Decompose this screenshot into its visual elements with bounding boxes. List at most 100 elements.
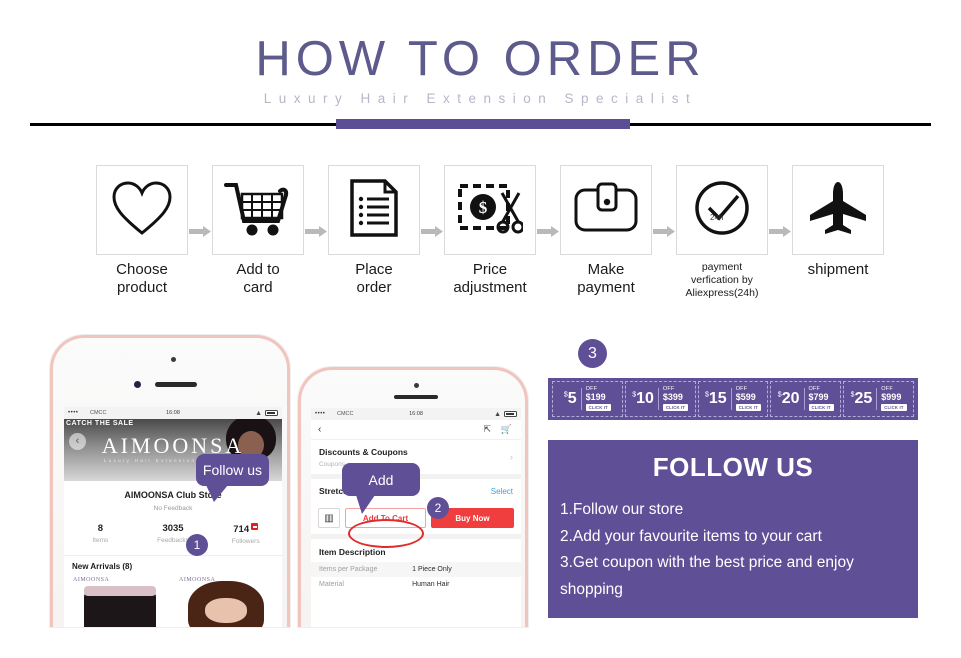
product-image-wig-model bbox=[188, 581, 264, 627]
store-feedback-label: No Feedback bbox=[153, 505, 193, 512]
coupon-divider bbox=[803, 388, 805, 410]
step-label-line1: Choose bbox=[116, 261, 168, 278]
coupon-item[interactable]: $10 OFF $399 CLICK IT bbox=[624, 381, 696, 417]
phone-speaker bbox=[155, 382, 197, 387]
spec-value: Human Hair bbox=[412, 581, 450, 588]
header-divider-accent bbox=[336, 119, 630, 129]
select-link[interactable]: Select bbox=[491, 487, 513, 496]
clock-label: 16:08 bbox=[166, 410, 180, 416]
step-number-badge-3: 3 bbox=[578, 339, 607, 368]
coupon-details: OFF $199 CLICK IT bbox=[585, 386, 611, 412]
coupon-cta-button[interactable]: CLICK IT bbox=[881, 404, 907, 412]
coupon-cta-button[interactable]: CLICK IT bbox=[662, 404, 689, 412]
banner-header: HOW TO ORDER Luxury Hair Extension Speci… bbox=[0, 0, 961, 140]
coupon-cta-button[interactable]: CLICK IT bbox=[735, 404, 761, 412]
coupon-item[interactable]: $25 OFF $999 CLICK IT bbox=[843, 381, 914, 417]
step-icon-box bbox=[96, 165, 188, 255]
step-label-line1: shipment bbox=[807, 261, 869, 278]
step-icon-box bbox=[560, 165, 652, 255]
coupon-item[interactable]: $20 OFF $799 CLICK IT bbox=[770, 381, 842, 417]
step-number-badge-1: 1 bbox=[186, 534, 208, 556]
heart-icon bbox=[111, 180, 173, 241]
stat-followers[interactable]: 714 Followers bbox=[209, 523, 282, 545]
flow-arrow-icon bbox=[536, 165, 560, 255]
stat-value: 714 bbox=[209, 523, 282, 535]
coupon-item[interactable]: $15 OFF $599 CLICK IT bbox=[697, 381, 769, 417]
step-label: Place order bbox=[355, 261, 393, 296]
clock-label: 16:08 bbox=[409, 411, 423, 417]
phone-front-camera-icon bbox=[134, 381, 141, 388]
coupon-value: 10 bbox=[636, 390, 654, 407]
stat-label: Followers bbox=[231, 538, 260, 545]
airplane-icon bbox=[807, 180, 869, 241]
coupon-strip: $5 OFF $199 CLICK IT $10 OFF $399 CLICK … bbox=[548, 378, 918, 420]
flow-arrow-icon bbox=[188, 165, 212, 255]
step-label-line2: product bbox=[116, 278, 168, 296]
step-label-line1: Make bbox=[587, 261, 625, 278]
step-add-to-cart: Add to card bbox=[212, 165, 304, 296]
follow-us-instructions: 1.Follow our store 2.Add your favourite … bbox=[548, 483, 918, 604]
store-icon[interactable]: ▥ bbox=[318, 508, 340, 528]
coupon-value: 20 bbox=[781, 390, 800, 407]
coupon-divider bbox=[580, 388, 582, 410]
coupon-value: 25 bbox=[854, 390, 873, 407]
share-icon[interactable]: ⇱ bbox=[483, 424, 491, 435]
step-make-payment: Make payment bbox=[560, 165, 652, 296]
step-label-line1: Place bbox=[355, 261, 393, 278]
product-card[interactable]: AIMOONSA bbox=[70, 575, 170, 627]
coupon-divider bbox=[876, 388, 878, 410]
phone-mockup-product: •••• CMCC 16:08 ▲ ‹ ⇱ 🛒 Discounts & Coup… bbox=[298, 367, 528, 627]
coupon-amount: $5 bbox=[564, 391, 577, 407]
stat-value-text: 714 bbox=[233, 524, 250, 535]
step-label-line2: payment bbox=[577, 278, 635, 296]
coupon-item[interactable]: $5 OFF $199 CLICK IT bbox=[552, 381, 623, 417]
store-stats: 8 Items 3035 Feedbacks 714 Followers bbox=[64, 523, 282, 545]
coupon-min-spend: $399 bbox=[662, 391, 683, 402]
step-label: Make payment bbox=[577, 261, 635, 296]
step-label-line1: payment bbox=[701, 261, 743, 273]
chevron-right-icon: › bbox=[510, 452, 513, 462]
step-icon-box bbox=[328, 165, 420, 255]
step-label-line1: Price bbox=[472, 261, 508, 278]
coupon-amount: $10 bbox=[632, 391, 654, 407]
step-label: shipment bbox=[808, 261, 869, 279]
coupon-details: OFF $399 CLICK IT bbox=[662, 386, 689, 412]
back-button[interactable]: ‹ bbox=[318, 424, 321, 435]
coupon-value: 5 bbox=[567, 390, 577, 407]
stat-items[interactable]: 8 Items bbox=[64, 523, 137, 545]
step-icon-box bbox=[792, 165, 884, 255]
how-to-order-banner: HOW TO ORDER Luxury Hair Extension Speci… bbox=[0, 0, 961, 658]
cart-icon[interactable]: 🛒 bbox=[501, 424, 512, 435]
phone2-screen: •••• CMCC 16:08 ▲ ‹ ⇱ 🛒 Discounts & Coup… bbox=[311, 408, 521, 627]
step-icon-box: 24h bbox=[676, 165, 768, 255]
follow-us-panel: FOLLOW US 1.Follow our store 2.Add your … bbox=[548, 440, 918, 618]
coupon-cta-button[interactable]: CLICK IT bbox=[585, 404, 611, 412]
spec-key: Material bbox=[319, 581, 344, 588]
watermark-label: AIMOONSA bbox=[179, 577, 216, 583]
coupon-min-spend: $599 bbox=[735, 391, 756, 402]
follow-instruction-item: shopping bbox=[560, 580, 623, 598]
coupon-amount: $20 bbox=[778, 391, 800, 407]
product-list: AIMOONSA AIMOONSA bbox=[64, 575, 282, 627]
wifi-icon: ▲ bbox=[494, 410, 501, 418]
phone-camera-dot-icon bbox=[171, 357, 176, 362]
coupon-cta-button[interactable]: CLICK IT bbox=[808, 404, 834, 412]
spec-value: 1 Piece Only bbox=[412, 566, 452, 573]
product-card[interactable]: AIMOONSA bbox=[176, 575, 276, 627]
step-icon-box bbox=[212, 165, 304, 255]
spec-key: Items per Package bbox=[319, 566, 378, 573]
product-navbar: ‹ ⇱ 🛒 bbox=[311, 420, 521, 440]
stat-value: 3035 bbox=[162, 523, 184, 534]
step-label-line2: verfication by bbox=[691, 274, 753, 287]
clock-check-icon: 24h bbox=[693, 179, 751, 242]
coupon-divider bbox=[657, 388, 659, 410]
step-price-adjustment: $ Price adjustment bbox=[444, 165, 536, 296]
stat-value: 8 bbox=[97, 523, 103, 534]
sale-tag-label: CATCH THE SALE bbox=[66, 420, 134, 427]
coupon-value: 15 bbox=[708, 390, 727, 407]
coupon-min-spend: $199 bbox=[585, 391, 606, 402]
watermark-label: AIMOONSA bbox=[73, 577, 110, 583]
spec-row: Items per Package 1 Piece Only bbox=[311, 562, 521, 577]
new-arrivals-heading: New Arrivals (8) bbox=[72, 562, 133, 571]
step-label-line3: Aliexpress(24h) bbox=[685, 287, 759, 300]
